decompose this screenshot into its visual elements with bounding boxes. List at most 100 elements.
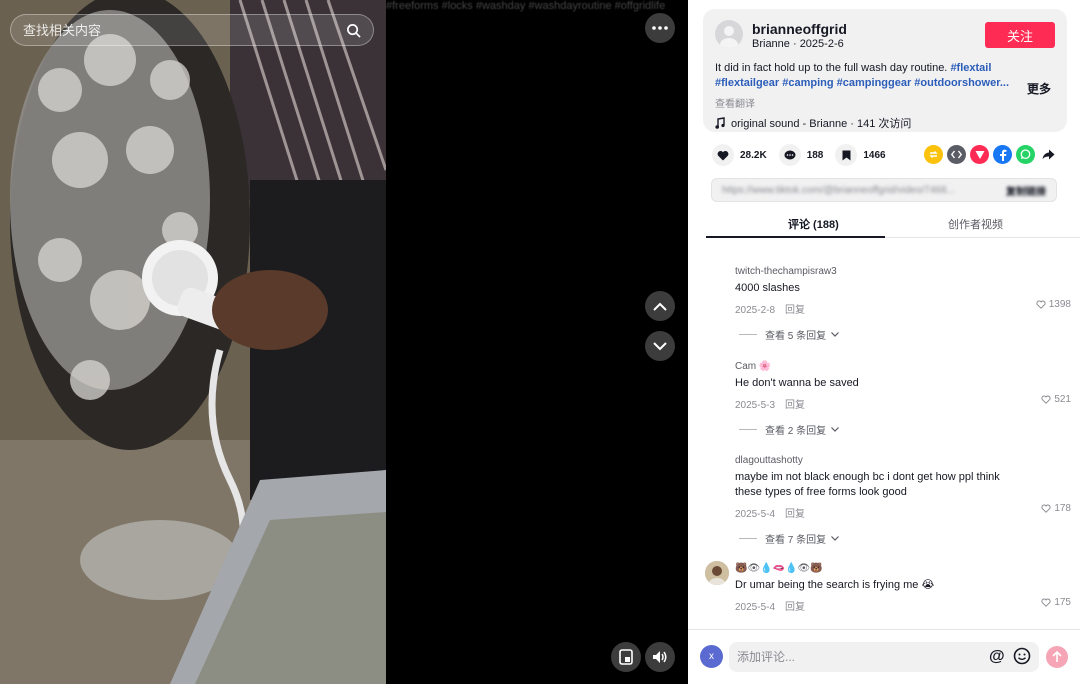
comment-list: twitch-thechampisraw3 4000 slashes 2025-… bbox=[688, 248, 1080, 628]
panel-tabs: 评论 (188) 创作者视频 bbox=[706, 210, 1080, 238]
search-input[interactable] bbox=[23, 22, 345, 38]
active-tab-indicator bbox=[706, 236, 885, 238]
translate-link[interactable]: 查看翻译 bbox=[715, 95, 755, 110]
mention-button[interactable]: @ bbox=[989, 648, 1005, 666]
comment-username[interactable]: Cam 🌸 bbox=[735, 361, 1065, 372]
video-frame[interactable] bbox=[0, 0, 386, 684]
heart-outline-icon bbox=[1041, 504, 1051, 513]
like-count: 28.2K bbox=[740, 149, 767, 161]
view-replies-label: 查看 7 条回复 bbox=[765, 535, 827, 546]
comment-text: He don't wanna be saved bbox=[735, 377, 859, 389]
reply-button[interactable]: 回复 bbox=[785, 400, 805, 411]
comment-like-count: 175 bbox=[1054, 597, 1071, 608]
heart-outline-icon bbox=[1041, 598, 1051, 607]
view-replies-button[interactable]: 查看 7 条回复 bbox=[735, 531, 1065, 546]
comment-button[interactable]: 188 bbox=[778, 144, 824, 166]
heart-icon bbox=[712, 144, 734, 166]
volume-button[interactable] bbox=[645, 642, 675, 672]
view-replies-button[interactable]: 查看 5 条回复 bbox=[735, 327, 1065, 342]
next-video-button[interactable] bbox=[645, 331, 675, 361]
my-avatar[interactable]: x bbox=[700, 645, 723, 668]
comment-text: 4000 slashes bbox=[735, 282, 800, 294]
engagement-actions: 28.2K 188 1466 bbox=[712, 144, 898, 166]
more-options-button[interactable] bbox=[645, 13, 675, 43]
direct-send-icon[interactable] bbox=[970, 145, 989, 164]
comment-bubble-icon bbox=[778, 144, 801, 166]
video-link-box[interactable]: https://www.tiktok.com/@brianneoffgrid/v… bbox=[711, 178, 1057, 202]
reply-button[interactable]: 回复 bbox=[785, 509, 805, 520]
reply-button[interactable]: 回复 bbox=[785, 305, 805, 316]
repost-icon[interactable] bbox=[924, 145, 943, 164]
whatsapp-icon[interactable] bbox=[1016, 145, 1035, 164]
video-info-panel: brianneoffgrid Brianne · 2025-2-6 关注 It … bbox=[688, 0, 1080, 684]
view-replies-button[interactable]: 查看 2 条回复 bbox=[735, 422, 1065, 437]
search-icon[interactable] bbox=[345, 22, 361, 38]
comment-date: 2025-5-4 bbox=[735, 602, 776, 613]
send-comment-button[interactable] bbox=[1046, 646, 1068, 668]
comment-count: 188 bbox=[806, 149, 824, 161]
comment-composer: x @ bbox=[688, 629, 1080, 684]
bookmark-icon bbox=[835, 144, 858, 166]
video-link-url: https://www.tiktok.com/@brianneoffgrid/v… bbox=[722, 184, 955, 196]
search-bar[interactable] bbox=[10, 14, 374, 46]
hashtag-link[interactable]: #flextail bbox=[950, 62, 991, 74]
video-still-image bbox=[0, 0, 386, 684]
comment-like-count: 1398 bbox=[1048, 299, 1071, 310]
author-meta: Brianne · 2025-2-6 bbox=[752, 38, 844, 50]
comment-like-button[interactable]: 1398 bbox=[1036, 299, 1071, 310]
view-replies-label: 查看 2 条回复 bbox=[765, 426, 827, 437]
reply-button[interactable]: 回复 bbox=[785, 602, 805, 613]
video-player[interactable]: #freeforms #locks #washday #washdayrouti… bbox=[0, 0, 688, 684]
comment-username[interactable]: twitch-thechampisraw3 bbox=[735, 266, 1065, 277]
comment-like-button[interactable]: 175 bbox=[1041, 597, 1071, 608]
comment-text: Dr umar being the search is frying me 😭 bbox=[735, 579, 935, 591]
save-button[interactable]: 1466 bbox=[835, 144, 886, 166]
chevron-down-icon bbox=[831, 332, 840, 337]
comment-item: twitch-thechampisraw3 4000 slashes 2025-… bbox=[735, 266, 1071, 342]
comment-meta: 2025-5-4 回复 bbox=[735, 598, 1065, 613]
facebook-icon[interactable] bbox=[993, 145, 1012, 164]
heart-outline-icon bbox=[1036, 300, 1046, 309]
default-avatar-icon bbox=[720, 26, 738, 48]
author-username[interactable]: brianneoffgrid bbox=[752, 21, 847, 37]
author-card: brianneoffgrid Brianne · 2025-2-6 关注 It … bbox=[703, 9, 1067, 132]
music-text: original sound - Brianne · 141 次访问 bbox=[731, 118, 912, 130]
comment-like-count: 178 bbox=[1054, 503, 1071, 514]
tab-creator-videos[interactable]: 创作者视频 bbox=[948, 216, 1003, 232]
arrow-up-icon bbox=[1052, 651, 1062, 662]
video-description: It did in fact hold up to the full wash … bbox=[715, 61, 1009, 91]
emoji-icon[interactable] bbox=[1013, 647, 1031, 665]
description-text: It did in fact hold up to the full wash … bbox=[715, 62, 948, 74]
picture-in-picture-icon bbox=[619, 649, 633, 665]
like-button[interactable]: 28.2K bbox=[712, 144, 767, 166]
music-info[interactable]: original sound - Brianne · 141 次访问 bbox=[715, 115, 911, 131]
picture-in-picture-button[interactable] bbox=[611, 642, 641, 672]
comment-like-count: 521 bbox=[1054, 394, 1071, 405]
share-options bbox=[924, 145, 1058, 164]
comment-item: dlagouttashotty maybe im not black enoug… bbox=[735, 455, 1071, 546]
tab-comments[interactable]: 评论 (188) bbox=[788, 216, 839, 232]
comment-username[interactable]: 🐻👁💧🫦💧👁🐻 bbox=[735, 563, 1065, 574]
comment-date: 2025-5-3 bbox=[735, 400, 776, 411]
comment-username[interactable]: dlagouttashotty bbox=[735, 455, 1065, 466]
copy-link-button[interactable]: 复制链接 bbox=[1006, 183, 1046, 198]
commenter-avatar-image bbox=[705, 561, 729, 585]
comment-meta: 2025-5-3 回复 bbox=[735, 396, 1065, 411]
chevron-down-icon bbox=[653, 341, 667, 350]
expand-description-link[interactable]: 更多 bbox=[1027, 80, 1051, 97]
hashtag-links[interactable]: #flextailgear #camping #campinggear #out… bbox=[715, 77, 1009, 89]
previous-video-button[interactable] bbox=[645, 291, 675, 321]
comment-like-button[interactable]: 521 bbox=[1041, 394, 1071, 405]
chevron-down-icon bbox=[831, 536, 840, 541]
embed-icon[interactable] bbox=[947, 145, 966, 164]
share-arrow-icon[interactable] bbox=[1039, 145, 1058, 164]
commenter-avatar[interactable] bbox=[705, 561, 729, 585]
author-avatar[interactable] bbox=[715, 20, 743, 48]
video-hashtags-overlay: #freeforms #locks #washday #washdayrouti… bbox=[386, 0, 666, 12]
follow-button[interactable]: 关注 bbox=[985, 22, 1055, 48]
save-count: 1466 bbox=[863, 149, 886, 161]
comment-like-button[interactable]: 178 bbox=[1041, 503, 1071, 514]
view-replies-label: 查看 5 条回复 bbox=[765, 331, 827, 342]
comment-item: 🐻👁💧🫦💧👁🐻 Dr umar being the search is fryi… bbox=[735, 563, 1071, 613]
comment-date: 2025-5-4 bbox=[735, 509, 776, 520]
